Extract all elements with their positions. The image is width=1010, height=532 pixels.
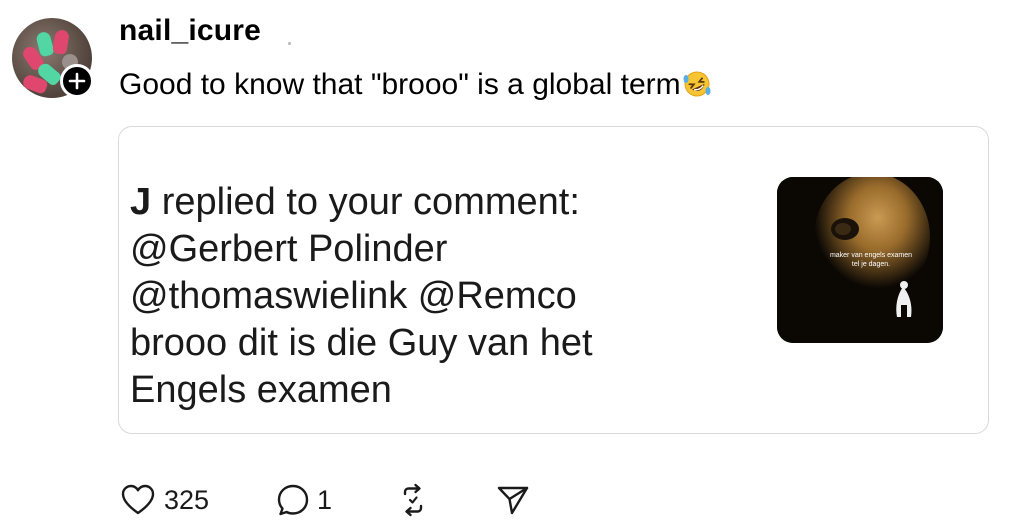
separator-dot: [288, 42, 291, 45]
comment-icon: [277, 484, 309, 516]
quoted-line-5: Engels examen: [130, 369, 392, 411]
heart-icon: [121, 484, 155, 515]
quoted-author: J: [130, 181, 152, 223]
like-button[interactable]: 325: [120, 480, 209, 520]
quoted-thumbnail: maker van engels examen tel je dagen.: [777, 177, 943, 343]
quoted-post-card[interactable]: J replied to your comment: @Gerbert Poli…: [118, 126, 989, 434]
thumbnail-caption: maker van engels examen tel je dagen.: [801, 251, 941, 269]
repost-icon: [403, 483, 423, 517]
rolling-on-floor-laughing-emoji-icon: [682, 69, 712, 107]
plus-icon: [68, 72, 86, 90]
nail-decoration: [52, 28, 70, 56]
quoted-text: J replied to your comment: @Gerbert Poli…: [130, 179, 750, 414]
thumbnail-caption-line-2: tel je dagen.: [851, 261, 891, 268]
repost-button[interactable]: [395, 480, 431, 520]
username[interactable]: nail_icure: [119, 14, 261, 48]
quoted-action: replied to your comment:: [151, 181, 580, 223]
post-body: Good to know that "brooo" is a global te…: [119, 68, 681, 101]
thumbnail-caption-line-1: maker van engels examen: [829, 252, 913, 259]
share-button[interactable]: [495, 480, 531, 520]
send-icon: [497, 486, 529, 515]
post-text: Good to know that "brooo" is a global te…: [119, 68, 712, 107]
like-count: 325: [164, 484, 210, 515]
quoted-line-3: @thomaswielink @Remco: [130, 275, 577, 317]
quoted-line-2: @Gerbert Polinder: [130, 228, 448, 270]
reply-button[interactable]: 1: [275, 480, 332, 520]
reply-count: 1: [317, 484, 333, 515]
follow-button[interactable]: [60, 64, 94, 98]
quoted-line-4: brooo dit is die Guy van het: [130, 322, 593, 364]
action-bar: 325 1: [120, 480, 620, 520]
quoted-line-1: J replied to your comment:: [130, 179, 750, 226]
